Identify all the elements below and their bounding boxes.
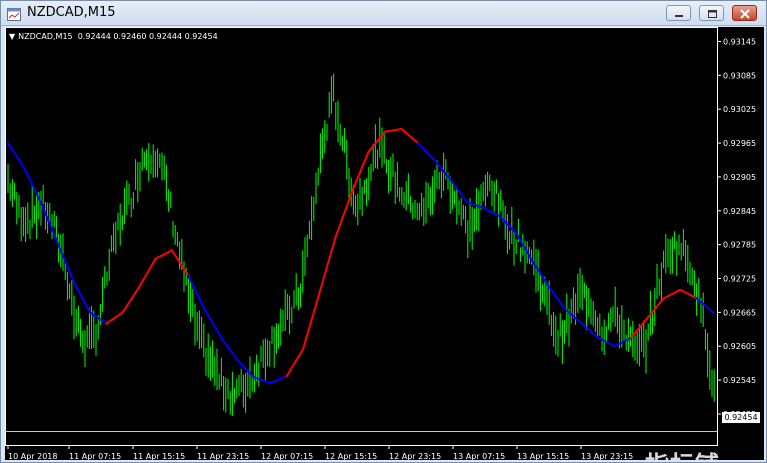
chart-window: NZDCAD,M15 0.93145 0.93085 0.93025 0.92965 0… xyxy=(0,0,767,463)
moving-average-segment xyxy=(334,190,354,238)
moving-average-segment xyxy=(400,127,419,145)
moving-average-segment xyxy=(39,201,59,243)
moving-average-segment xyxy=(548,285,567,311)
moving-average-segment xyxy=(269,375,288,384)
window-title: NZDCAD,M15 xyxy=(27,5,116,20)
price-chart[interactable]: 0.93145 0.93085 0.93025 0.92965 0.92905 0.928… xyxy=(5,27,764,460)
x-tick-label: 12 Apr 07:15 xyxy=(261,452,313,460)
y-tick-label: 0.92665 xyxy=(723,308,756,317)
y-tick-label: 0.93085 xyxy=(723,71,756,80)
chart-info: ▼ NZDCAD,M15 0.92444 0.92460 0.92444 0.92… xyxy=(9,32,218,41)
moving-average-segment xyxy=(72,280,91,314)
moving-average-segment xyxy=(302,291,321,351)
close-icon xyxy=(740,9,750,19)
moving-average-segment xyxy=(154,249,173,260)
chart-plot[interactable]: 0.93145 0.93085 0.93025 0.92965 0.92905 0.928… xyxy=(5,27,764,460)
chart-window-icon xyxy=(7,6,21,21)
moving-average-segment xyxy=(515,232,534,263)
minimize-icon xyxy=(675,15,683,17)
moving-average-segment xyxy=(105,311,124,325)
moving-average-segment xyxy=(482,206,501,218)
y-tick-label: 0.92965 xyxy=(723,139,756,148)
y-tick-label: 0.92785 xyxy=(723,241,756,250)
x-tick-label: 11 Apr 23:15 xyxy=(197,452,249,460)
close-button[interactable] xyxy=(732,5,757,21)
y-tick-label: 0.92905 xyxy=(723,173,756,182)
x-tick-label: 12 Apr 15:15 xyxy=(325,452,377,460)
restore-button[interactable] xyxy=(699,5,724,21)
moving-average-segment xyxy=(138,257,157,288)
restore-icon xyxy=(708,10,717,18)
moving-average-segment xyxy=(220,336,239,362)
y-tick-label: 0.92605 xyxy=(723,342,756,351)
moving-average-segment xyxy=(416,142,436,161)
x-tick-label: 12 Apr 23:15 xyxy=(389,452,441,460)
moving-average-segment xyxy=(7,142,26,170)
moving-average-segment xyxy=(662,288,682,300)
x-tick-label: 13 Apr 23:15 xyxy=(581,452,633,460)
current-price-label: 0.92454 xyxy=(722,412,760,423)
dropdown-triangle-icon[interactable]: ▼ xyxy=(9,32,15,41)
minimize-button[interactable] xyxy=(666,5,691,21)
chart-ohlc: 0.92444 0.92460 0.92444 0.92454 xyxy=(77,32,218,41)
moving-average-segment xyxy=(203,308,223,339)
moving-average-segment xyxy=(498,215,518,235)
moving-average-segment xyxy=(384,127,403,133)
moving-average-segment xyxy=(695,297,714,314)
y-tick-label: 0.92545 xyxy=(723,376,756,385)
plot-frame xyxy=(5,27,718,446)
x-tick-label: 10 Apr 2018 xyxy=(8,452,57,460)
moving-average-segment xyxy=(170,249,190,277)
y-tick-label: 0.92725 xyxy=(723,275,756,284)
y-tick-label: 0.93145 xyxy=(723,37,756,46)
x-tick-label: 11 Apr 07:15 xyxy=(69,452,121,460)
y-tick-label: 0.92845 xyxy=(723,207,756,216)
y-tick-label: 0.93025 xyxy=(723,105,756,114)
x-tick-label: 13 Apr 07:15 xyxy=(453,452,505,460)
x-tick-label: 13 Apr 15:15 xyxy=(517,452,569,460)
watermark: 指标铺 xyxy=(645,445,720,460)
moving-average-segment xyxy=(646,297,665,320)
moving-average-segment xyxy=(367,130,387,153)
title-bar[interactable]: NZDCAD,M15 xyxy=(1,1,766,26)
moving-average-segment xyxy=(285,348,305,378)
moving-average-segment xyxy=(121,285,141,314)
chart-symbol: NZDCAD,M15 xyxy=(18,32,73,41)
moving-average-segment xyxy=(318,235,337,294)
moving-average-segment xyxy=(449,178,469,204)
x-tick-label: 11 Apr 15:15 xyxy=(133,452,185,460)
